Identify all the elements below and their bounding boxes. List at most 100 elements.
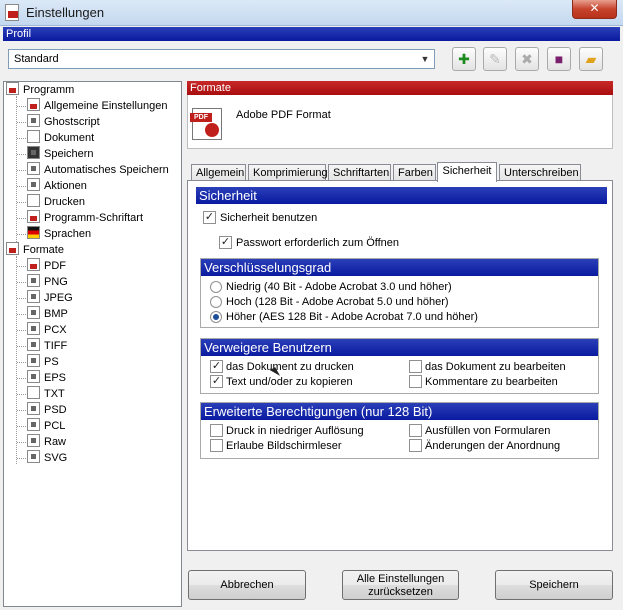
tree-item-programm-schriftart[interactable]: Programm-Schriftart xyxy=(27,210,143,226)
tree-item-bmp[interactable]: BMP xyxy=(27,306,68,322)
window-title: Einstellungen xyxy=(26,5,105,20)
tree-node-programm[interactable]: Programm xyxy=(6,82,74,98)
deny-copy-checkbox[interactable]: ✓ xyxy=(210,375,223,388)
assembly-changes-label: Änderungen der Anordnung xyxy=(425,440,561,452)
reset-all-button[interactable]: Alle Einstellungen zurücksetzen xyxy=(342,570,459,600)
low-res-print-checkbox[interactable] xyxy=(210,424,223,437)
encryption-low-radio[interactable] xyxy=(210,281,222,293)
tree-item-label: Programm-Schriftart xyxy=(44,212,144,224)
pdf-icon xyxy=(27,258,40,271)
screen-reader-checkbox[interactable] xyxy=(210,439,223,452)
deny-print-label: das Dokument zu drucken xyxy=(226,361,354,373)
tree-item-label: Sprachen xyxy=(44,228,92,240)
tree-item-jpeg[interactable]: JPEG xyxy=(27,290,73,306)
tree-item-label: Dokument xyxy=(44,132,95,144)
delete-profile-button[interactable]: ✖ xyxy=(515,47,539,71)
png-icon xyxy=(27,274,40,287)
tiff-icon xyxy=(27,338,40,351)
assembly-changes-checkbox[interactable] xyxy=(409,439,422,452)
tree-item-ps[interactable]: PS xyxy=(27,354,59,370)
tab-sicherheit[interactable]: Sicherheit xyxy=(437,162,497,182)
chevron-down-icon[interactable]: ▼ xyxy=(417,51,433,67)
fill-forms-checkbox[interactable] xyxy=(409,424,422,437)
program-icon xyxy=(6,82,19,95)
tree-item-eps[interactable]: EPS xyxy=(27,370,66,386)
tree-node-label: Formate xyxy=(23,244,64,256)
profile-header: Profil xyxy=(3,27,620,41)
save-button[interactable]: Speichern xyxy=(495,570,613,600)
encryption-higher-radio[interactable] xyxy=(210,311,222,323)
deny-header: Verweigere Benutzern xyxy=(201,339,598,356)
font-icon xyxy=(27,210,40,223)
tree-node-formate[interactable]: Formate xyxy=(6,242,64,258)
tree-item-label: PCL xyxy=(44,420,66,432)
tree-item-label: PDF xyxy=(44,260,66,272)
use-security-checkbox[interactable]: ✓ xyxy=(203,211,216,224)
tree-item-label: TIFF xyxy=(44,340,68,352)
tree-item-label: Raw xyxy=(44,436,67,448)
tree-item-svg[interactable]: SVG xyxy=(27,450,67,466)
tree-item-txt[interactable]: TXT xyxy=(27,386,65,402)
tree-item-label: SVG xyxy=(44,452,68,464)
cancel-button-label: Abbrechen xyxy=(220,579,274,591)
deny-comments-checkbox[interactable] xyxy=(409,375,422,388)
tree-item-label: TXT xyxy=(44,388,65,400)
deny-print-checkbox[interactable]: ✓ xyxy=(210,360,223,373)
password-required-checkbox[interactable]: ✓ xyxy=(219,236,232,249)
jpeg-icon xyxy=(27,290,40,303)
tree-item-allgemeine-einstellungen[interactable]: Allgemeine Einstellungen xyxy=(27,98,168,114)
pdf-icon-label: PDF xyxy=(190,113,212,122)
formats-header: Formate xyxy=(187,81,613,95)
tree-item-tiff[interactable]: TIFF xyxy=(27,338,67,354)
pcl-icon xyxy=(27,418,40,431)
tree-item-label: Aktionen xyxy=(44,180,87,192)
close-button[interactable]: ✕ xyxy=(572,0,617,19)
reset-button-label-line1: Alle Einstellungen xyxy=(356,573,445,585)
tree-item-psd[interactable]: PSD xyxy=(27,402,67,418)
rename-profile-button[interactable]: ✎ xyxy=(483,47,507,71)
tree-item-pdf[interactable]: PDF xyxy=(27,258,66,274)
save-profile-icon: ■ xyxy=(554,51,564,67)
tree-item-ghostscript[interactable]: Ghostscript xyxy=(27,114,100,130)
encryption-high-label: Hoch (128 Bit - Adobe Acrobat 5.0 und hö… xyxy=(226,296,449,308)
extended-permissions-header: Erweiterte Berechtigungen (nur 128 Bit) xyxy=(201,403,598,420)
save-profile-button[interactable]: ■ xyxy=(547,47,571,71)
svg-icon xyxy=(27,450,40,463)
cancel-button[interactable]: Abbrechen xyxy=(188,570,306,600)
add-profile-button[interactable]: ✚ xyxy=(452,47,476,71)
app-icon xyxy=(5,4,19,21)
tree-item-aktionen[interactable]: Aktionen xyxy=(27,178,87,194)
profile-select[interactable]: Standard ▼ xyxy=(8,49,435,69)
reset-button-label-line2: zurücksetzen xyxy=(368,586,433,598)
deny-copy-label: Text und/oder zu kopieren xyxy=(226,376,353,388)
tree-item-png[interactable]: PNG xyxy=(27,274,68,290)
encryption-high-radio[interactable] xyxy=(210,296,222,308)
tree-item-drucken[interactable]: Drucken xyxy=(27,194,85,210)
deny-edit-checkbox[interactable] xyxy=(409,360,422,373)
tree-item-pcx[interactable]: PCX xyxy=(27,322,67,338)
tree-item-sprachen[interactable]: Sprachen xyxy=(27,226,91,242)
settings-tree[interactable]: Programm Allgemeine Einstellungen Ghosts… xyxy=(3,81,182,607)
tree-item-speichern[interactable]: Speichern xyxy=(27,146,94,162)
actions-icon xyxy=(27,178,40,191)
autosave-icon xyxy=(27,162,40,175)
tree-item-label: BMP xyxy=(44,308,68,320)
tree-item-label: JPEG xyxy=(44,292,73,304)
open-folder-button[interactable]: ▰ xyxy=(579,47,603,71)
tree-item-dokument[interactable]: Dokument xyxy=(27,130,94,146)
screen-reader-label: Erlaube Bildschirmleser xyxy=(226,440,342,452)
tree-item-label: EPS xyxy=(44,372,67,384)
format-name: Adobe PDF Format xyxy=(236,109,331,121)
tree-item-label: Ghostscript xyxy=(44,116,100,128)
tree-item-automatisches-speichern[interactable]: Automatisches Speichern xyxy=(27,162,169,178)
ghostscript-icon xyxy=(27,114,40,127)
tree-item-label: PCX xyxy=(44,324,67,336)
tree-item-pcl[interactable]: PCL xyxy=(27,418,65,434)
document-settings-icon xyxy=(27,98,40,111)
pcx-icon xyxy=(27,322,40,335)
tree-item-raw[interactable]: Raw xyxy=(27,434,66,450)
tree-item-label: Drucken xyxy=(44,196,85,208)
deny-comments-label: Kommentare zu bearbeiten xyxy=(425,376,558,388)
psd-icon xyxy=(27,402,40,415)
use-security-label: Sicherheit benutzen xyxy=(220,212,318,224)
